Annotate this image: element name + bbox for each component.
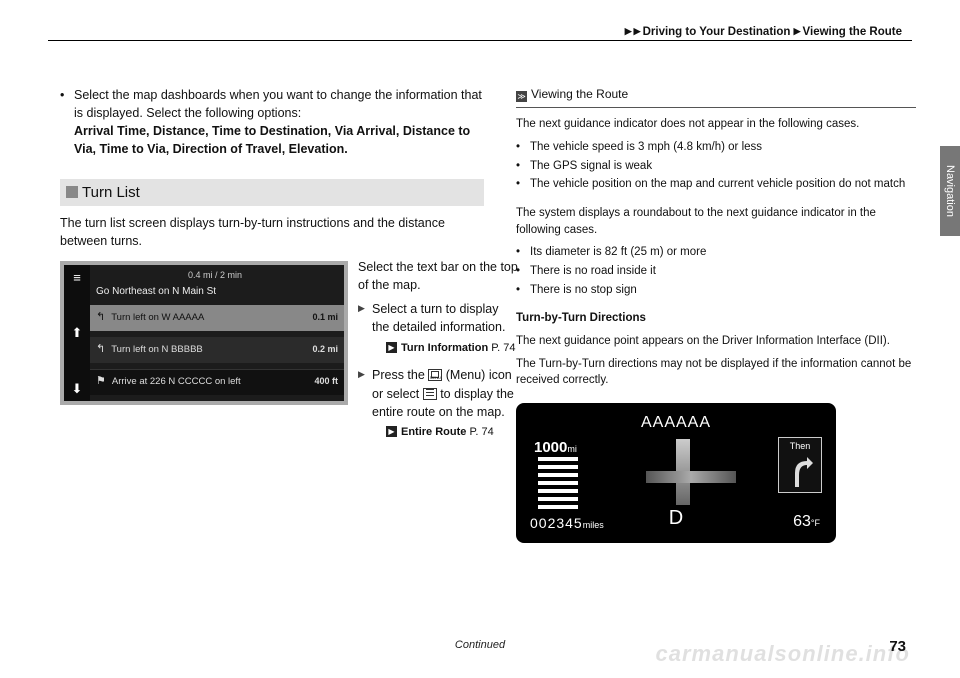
nav-row-2: ↰ Turn left on N BBBBB 0.2 mi (90, 337, 344, 363)
right-p3: The next guidance point appears on the D… (516, 333, 916, 350)
nav-top-bar: 0.4 mi / 2 min (92, 269, 338, 282)
dii-road-name: AAAAAA (516, 411, 836, 434)
nav-subtitle: Go Northeast on N Main St (96, 285, 216, 300)
nav-row-text: Turn left on N BBBBB (111, 343, 203, 357)
breadcrumb-arrow-icon: ▶ (634, 25, 641, 38)
mid-p1: Select the text bar on the top of the ma… (358, 258, 518, 294)
right-heading: ≫ Viewing the Route (516, 86, 916, 108)
mid-sub1: Select a turn to display the detailed in… (358, 300, 518, 336)
up-arrow-icon: ⬆ (72, 326, 83, 339)
menu-icon (428, 369, 442, 381)
breadcrumb-arrow-icon: ▶ (794, 25, 801, 38)
dii-then-label: Then (790, 441, 811, 451)
right-heading-text: Viewing the Route (531, 87, 628, 101)
footer-continued: Continued (455, 638, 505, 654)
mid-sub2: Press the (Menu) icon or select to displ… (358, 366, 518, 420)
right-bullet: Its diameter is 82 ft (25 m) or more (516, 244, 916, 261)
nav-row-3: ⚑ Arrive at 226 N CCCCC on left 400 ft (90, 369, 344, 395)
map-dashboard-bullet: Select the map dashboards when you want … (60, 86, 484, 159)
dii-then-box: Then (778, 437, 822, 493)
dii-temperature: 63°F (793, 510, 820, 533)
bullet-text: Select the map dashboards when you want … (74, 88, 482, 120)
nav-row-distance: 0.1 mi (312, 311, 338, 324)
list-icon (423, 388, 437, 400)
sub2-a: Press the (372, 368, 428, 382)
nav-row-text: Turn left on W AAAAA (111, 311, 204, 325)
ref-icon: ▶ (386, 342, 397, 353)
info-marker-icon: ≫ (516, 91, 527, 102)
header-rule (48, 40, 912, 41)
subheading-tbt: Turn-by-Turn Directions (516, 310, 916, 327)
right-p2: The system displays a roundabout to the … (516, 205, 916, 238)
right-bullet: There is no stop sign (516, 282, 916, 299)
breadcrumb: ▶▶Driving to Your Destination ▶Viewing t… (625, 24, 902, 41)
breadcrumb-arrow-icon: ▶ (625, 25, 632, 38)
ref-page: P. 74 (469, 426, 493, 438)
dii-progress-bars-icon (538, 457, 578, 509)
dii-odometer: 002345miles (530, 513, 604, 533)
turn-left-icon: ↰ (96, 342, 105, 358)
nav-row-text: Arrive at 226 N CCCCC on left (112, 375, 241, 389)
nav-row-1: ↰ Turn left on W AAAAA 0.1 mi (90, 305, 344, 331)
ref-label: Turn Information (401, 342, 488, 354)
dii-screenshot: AAAAAA 1000mi Then 002345miles D 63°F (516, 403, 836, 543)
right-bullet: The vehicle position on the map and curr… (516, 176, 916, 193)
mid-column: Select the text bar on the top of the ma… (358, 258, 518, 451)
breadcrumb-page: Viewing the Route (803, 26, 902, 38)
breadcrumb-section: Driving to Your Destination (643, 26, 791, 38)
ref-icon: ▶ (386, 426, 397, 437)
destination-flag-icon: ⚑ (96, 374, 106, 390)
turn-list-screenshot: ≡ ⬆ ⬇ 0.4 mi / 2 min Go Northeast on N M… (60, 261, 348, 405)
section-heading-turn-list: Turn List (60, 179, 484, 207)
section-title: Turn List (82, 184, 140, 201)
ref-label: Entire Route (401, 426, 466, 438)
curve-right-icon (785, 455, 815, 489)
dii-distance: 1000mi (534, 437, 577, 459)
turn-info-ref: ▶ Turn Information P. 74 (358, 341, 518, 357)
turn-left-icon: ↰ (96, 310, 105, 326)
nav-row-distance: 0.2 mi (312, 343, 338, 356)
down-arrow-icon: ⬇ (72, 382, 83, 395)
side-tab-navigation: Navigation (940, 146, 960, 236)
right-column: ≫ Viewing the Route The next guidance ind… (516, 86, 916, 543)
right-p1: The next guidance indicator does not app… (516, 116, 916, 133)
section-marker-icon (66, 186, 78, 198)
turn-list-description: The turn list screen displays turn-by-tu… (60, 214, 484, 250)
dii-gear: D (669, 504, 683, 533)
dii-intersection-icon (636, 433, 746, 513)
watermark: carmanualsonline.info (656, 638, 911, 670)
entire-route-ref: ▶ Entire Route P. 74 (358, 425, 518, 441)
nav-row-distance: 400 ft (314, 375, 338, 388)
ref-page: P. 74 (491, 342, 515, 354)
bullet-options: Arrival Time, Distance, Time to Destinat… (74, 124, 470, 156)
right-bullet: The GPS signal is weak (516, 158, 916, 175)
nav-left-controls: ≡ ⬆ ⬇ (64, 265, 90, 401)
right-bullet: The vehicle speed is 3 mph (4.8 km/h) or… (516, 139, 916, 156)
right-bullet: There is no road inside it (516, 263, 916, 280)
hamburger-icon: ≡ (73, 271, 81, 284)
right-p4: The Turn-by-Turn directions may not be d… (516, 356, 916, 389)
